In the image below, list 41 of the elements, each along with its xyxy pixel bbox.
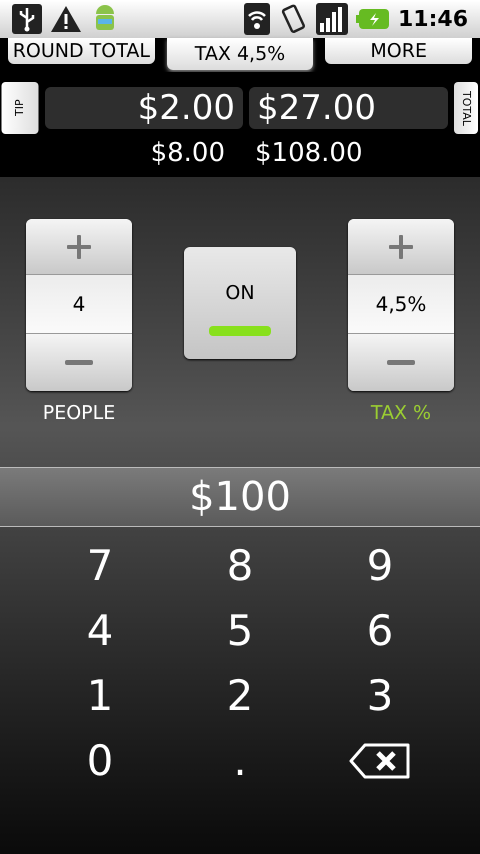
plus-button[interactable]	[26, 219, 132, 275]
minus-icon	[65, 360, 93, 366]
tab[interactable]: TAX 4,5%	[166, 38, 314, 70]
tab[interactable]: MORE	[325, 38, 472, 64]
keypad-key[interactable]: 0	[74, 729, 126, 792]
warning-icon	[50, 5, 82, 33]
keypad-key[interactable]: 1	[74, 664, 126, 727]
usb-icon	[12, 4, 42, 34]
plus-button[interactable]	[348, 219, 454, 275]
tip-amount: $2.00	[44, 87, 243, 129]
tab[interactable]: ROUND TOTAL	[8, 38, 155, 64]
battery-icon	[356, 8, 390, 30]
keypad-key[interactable]: 4	[74, 599, 126, 662]
keypad-key[interactable]: 5	[214, 599, 266, 662]
minus-icon	[387, 360, 415, 366]
plus-icon	[387, 232, 415, 260]
stepper-label: PEOPLE	[42, 401, 116, 426]
wifi-icon	[244, 3, 270, 35]
amount-display: $100	[0, 467, 480, 527]
keypad-key[interactable]: 8	[214, 534, 266, 597]
backspace-icon	[349, 742, 411, 778]
minus-button[interactable]	[26, 333, 132, 391]
value-display: 4,5%	[348, 275, 454, 333]
signal-icon	[316, 3, 348, 35]
clock: 11:46	[398, 6, 468, 34]
tip-tab[interactable]: TIP	[2, 82, 38, 134]
keypad-key[interactable]: 7	[74, 534, 126, 597]
keypad-key[interactable]: .	[221, 729, 259, 792]
keypad-key[interactable]: 6	[354, 599, 406, 662]
plus-icon	[65, 232, 93, 260]
total-per-group: $108.00	[255, 134, 455, 173]
total-amount: $27.00	[249, 87, 448, 129]
toggle-button[interactable]: ON	[184, 247, 296, 359]
value-display: 4	[26, 275, 132, 333]
keypad-key[interactable]: 2	[214, 664, 266, 727]
stepper-label: TAX %	[370, 401, 432, 426]
total-tab[interactable]: TOTAL	[454, 82, 478, 134]
keypad-key[interactable]: 9	[354, 534, 406, 597]
tip-per-group: $8.00	[25, 134, 225, 173]
minus-button[interactable]	[348, 333, 454, 391]
keypad-key[interactable]: 3	[354, 664, 406, 727]
